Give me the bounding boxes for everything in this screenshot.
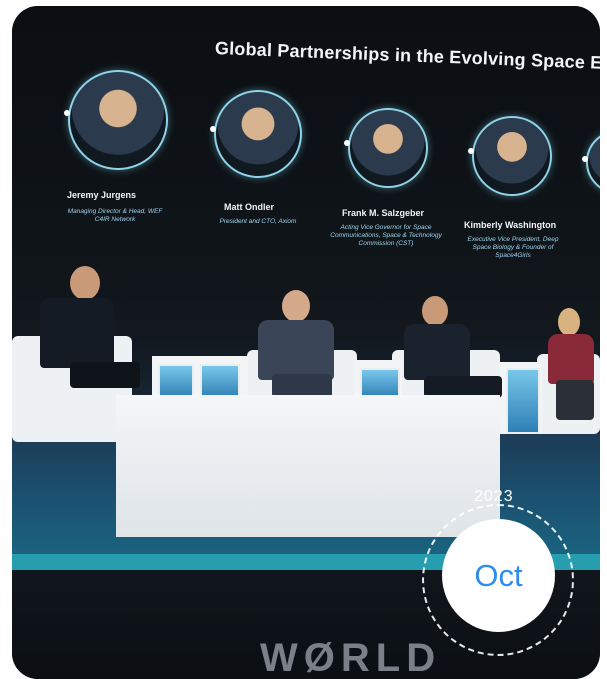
date-badge-year: 2023 [474,488,514,505]
speaker-portrait [344,108,428,188]
event-photo-card[interactable]: Global Partnerships in the Evolving Spac… [12,6,600,679]
screen-title: Global Partnerships in the Evolving Spac… [214,38,600,74]
event-poster [506,368,540,434]
brand-text: WØRLD [260,636,442,679]
speaker-role: Executive Vice President, Deep Space Bio… [467,236,559,259]
speaker-portrait [64,70,168,170]
speaker-portrait [468,116,552,196]
speaker-portrait [582,130,600,194]
panel-table [116,395,500,537]
speaker-role: President and CTO, Axiom [219,218,297,225]
date-badge-month: Oct [474,557,523,593]
led-screen: Global Partnerships in the Evolving Spac… [12,6,600,336]
speaker-name: Matt Ondler [224,202,275,212]
date-badge[interactable]: Oct [442,519,555,632]
speaker-role: Acting Vice Governor for Space Communica… [330,224,442,247]
speaker-portrait [210,90,302,178]
speaker-name: Frank M. Salzgeber [342,208,425,218]
speaker-name: Jeremy Jurgens [67,190,137,200]
speaker-role: Managing Director & Head, WEF C4IR Netwo… [67,208,163,223]
speaker-name: Kimberly Washington [464,220,557,230]
